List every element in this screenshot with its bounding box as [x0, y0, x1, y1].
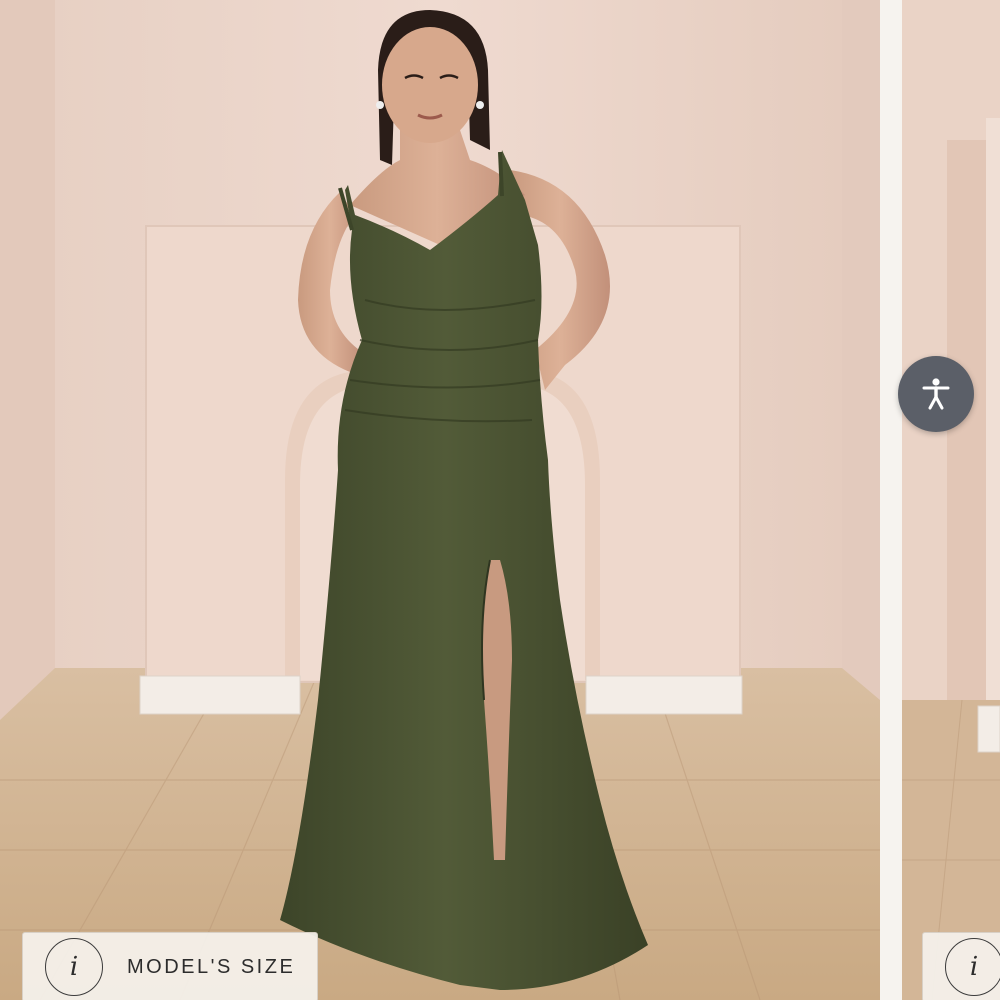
- model-size-label: MODEL'S SIZE: [127, 955, 296, 978]
- info-icon: i: [45, 938, 103, 996]
- info-icon: i: [945, 938, 1000, 996]
- product-photo: [0, 0, 880, 1000]
- accessibility-button[interactable]: [898, 356, 974, 432]
- accessibility-person-icon: [922, 378, 950, 410]
- model-size-badge[interactable]: i MODEL'S SIZE: [22, 932, 318, 1000]
- product-image-next[interactable]: i: [902, 0, 1000, 1000]
- model-size-badge-next[interactable]: i: [922, 932, 1000, 1000]
- next-product-photo: [902, 0, 1000, 1000]
- product-image-main[interactable]: i MODEL'S SIZE: [0, 0, 880, 1000]
- gallery-divider: [880, 0, 902, 1000]
